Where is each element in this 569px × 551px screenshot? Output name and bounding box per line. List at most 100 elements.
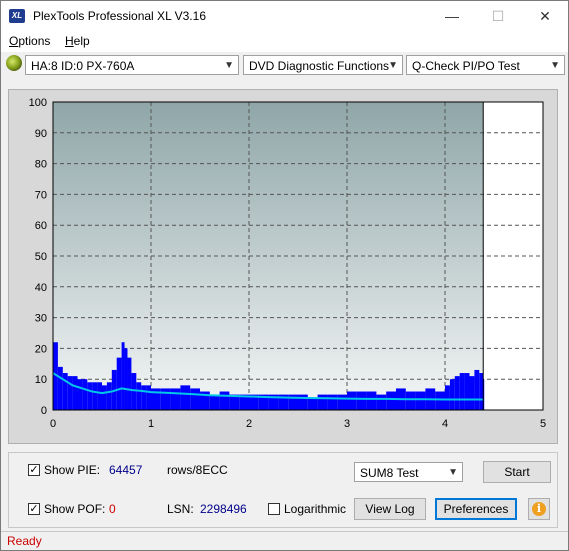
- title-bar: XL PlexTools Professional XL V3.16 — ☐ ✕: [1, 1, 568, 32]
- pie-bar: [449, 379, 455, 410]
- y-tick-label: 30: [35, 313, 47, 325]
- lsn-label: LSN:: [167, 502, 194, 516]
- pie-bar: [57, 366, 63, 410]
- chart-frame: 0 10 20 30 40 50 60 70 80 90 100 0 1 2 3 4 5: [8, 89, 558, 444]
- pie-bar: [170, 388, 181, 410]
- info-button[interactable]: i: [528, 498, 550, 520]
- test-type-select[interactable]: Q-Check PI/PO Test ▼: [406, 55, 565, 75]
- pie-bar: [459, 373, 465, 410]
- pie-bar: [347, 391, 357, 410]
- pie-value: 64457: [109, 463, 143, 477]
- menu-help-hotkey: H: [65, 34, 74, 48]
- pof-value: 0: [109, 502, 116, 516]
- pie-bar: [106, 382, 112, 410]
- pie-bar: [72, 376, 78, 410]
- menu-help-label: elp: [73, 34, 90, 48]
- x-tick-label: 4: [442, 418, 448, 430]
- view-log-button[interactable]: View Log: [354, 498, 426, 520]
- y-tick-label: 0: [41, 405, 47, 417]
- y-tick-label: 80: [35, 159, 47, 171]
- x-tick-label: 5: [540, 418, 546, 430]
- pie-bar: [307, 397, 318, 410]
- pie-bar: [469, 376, 475, 410]
- pie-bar: [136, 382, 142, 410]
- pie-bar: [209, 394, 220, 410]
- y-tick-label: 50: [35, 251, 47, 263]
- x-tick-label: 0: [50, 418, 56, 430]
- pie-chart: 0 10 20 30 40 50 60 70 80 90 100 0 1 2 3 4 5: [29, 97, 546, 430]
- y-tick-label: 40: [35, 282, 47, 294]
- pie-bar: [92, 382, 98, 410]
- drive-icon: [6, 55, 22, 71]
- pie-bar: [124, 348, 128, 410]
- y-tick-label: 90: [35, 128, 47, 140]
- menu-options-label: ptions: [18, 34, 51, 48]
- pie-bar: [180, 385, 191, 410]
- lsn-value: 2298496: [200, 502, 247, 516]
- close-button[interactable]: ✕: [522, 1, 568, 32]
- pie-bar: [415, 391, 426, 410]
- show-pie-checkbox[interactable]: ✓: [28, 464, 40, 476]
- x-axis-ticks: 0 1 2 3 4 5: [50, 418, 546, 430]
- minimize-button[interactable]: —: [429, 1, 475, 32]
- logarithmic-checkbox[interactable]: [268, 503, 280, 515]
- preferences-button[interactable]: Preferences: [435, 498, 517, 520]
- info-icon: i: [532, 502, 546, 516]
- chevron-down-icon: ▼: [224, 60, 234, 71]
- sum-test-select-value: SUM8 Test: [360, 466, 419, 480]
- logarithmic-label[interactable]: Logarithmic: [284, 502, 346, 516]
- pie-bar: [116, 357, 122, 410]
- pie-bar: [376, 394, 387, 410]
- menu-help[interactable]: Help: [65, 34, 90, 48]
- y-tick-label: 60: [35, 220, 47, 232]
- maximize-button[interactable]: ☐: [475, 1, 521, 32]
- chevron-down-icon: ▼: [388, 60, 398, 71]
- pie-bar: [131, 373, 137, 410]
- app-window: XL PlexTools Professional XL V3.16 — ☐ ✕…: [0, 0, 569, 551]
- pie-bar: [479, 373, 484, 410]
- y-tick-label: 20: [35, 343, 47, 355]
- pie-bar: [77, 379, 83, 410]
- y-tick-label: 70: [35, 189, 47, 201]
- pie-bar: [445, 385, 450, 410]
- pie-bar: [97, 382, 102, 410]
- pie-bar: [317, 394, 328, 410]
- pie-bar: [146, 385, 151, 410]
- x-tick-label: 3: [344, 418, 350, 430]
- pie-bar: [386, 391, 396, 410]
- drive-select-value: HA:8 ID:0 PX-760A: [31, 59, 135, 73]
- y-tick-label: 100: [29, 97, 47, 109]
- pie-bar: [141, 385, 147, 410]
- pie-bar: [464, 373, 470, 410]
- menu-options[interactable]: Options: [9, 34, 50, 48]
- start-button[interactable]: Start: [483, 461, 551, 483]
- chevron-down-icon: ▼: [448, 467, 458, 478]
- show-pie-label[interactable]: Show PIE:: [44, 463, 100, 477]
- pie-bar: [102, 385, 107, 410]
- unscanned-area: [483, 102, 543, 410]
- pie-bar: [67, 376, 73, 410]
- pie-bar: [87, 382, 93, 410]
- status-text: Ready: [7, 534, 42, 548]
- pie-bar: [121, 342, 125, 410]
- drive-select[interactable]: HA:8 ID:0 PX-760A ▼: [25, 55, 239, 75]
- x-tick-label: 1: [148, 418, 154, 430]
- menu-options-hotkey: O: [9, 34, 19, 48]
- sum-test-select[interactable]: SUM8 Test ▼: [354, 462, 463, 482]
- pie-bar: [366, 391, 377, 410]
- show-pof-label[interactable]: Show POF:: [44, 502, 105, 516]
- results-panel: ✓ Show PIE: 64457 rows/8ECC SUM8 Test ▼ …: [8, 452, 558, 528]
- pie-unit: rows/8ECC: [167, 463, 228, 477]
- function-select-value: DVD Diagnostic Functions: [249, 59, 390, 73]
- show-pof-checkbox[interactable]: ✓: [28, 503, 40, 515]
- window-title: PlexTools Professional XL V3.16: [33, 9, 206, 23]
- pie-bar: [82, 379, 88, 410]
- pie-bar: [435, 391, 445, 410]
- pie-bar: [356, 391, 367, 410]
- function-select[interactable]: DVD Diagnostic Functions ▼: [243, 55, 403, 75]
- app-icon: XL: [9, 9, 25, 23]
- chevron-down-icon: ▼: [550, 60, 560, 71]
- y-axis-ticks: 0 10 20 30 40 50 60 70 80 90 100: [29, 97, 47, 417]
- menu-bar: Options Help: [1, 32, 568, 52]
- pie-bar: [219, 391, 230, 410]
